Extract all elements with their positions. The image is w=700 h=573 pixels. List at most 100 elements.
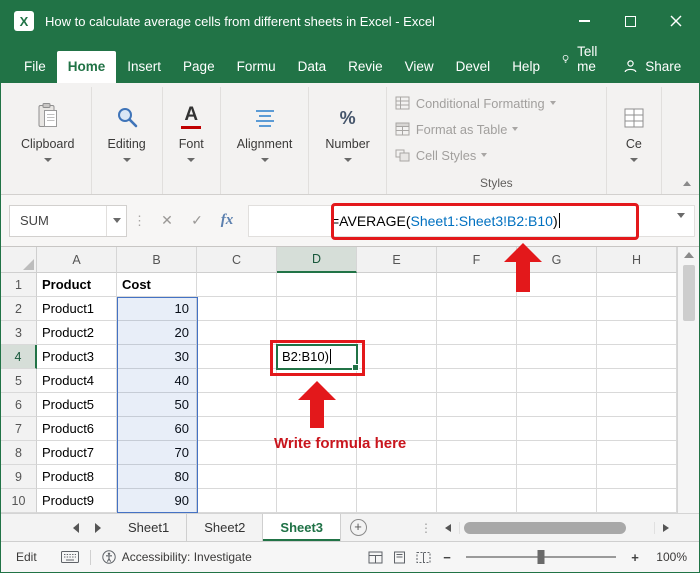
cell-H7[interactable] xyxy=(597,417,677,441)
cell-G1[interactable] xyxy=(517,273,597,297)
cell-D4-editing[interactable]: B2:B10) xyxy=(276,344,359,371)
share-button[interactable]: Share xyxy=(613,51,691,83)
col-header-H[interactable]: H xyxy=(597,247,677,273)
formula-input[interactable]: =AVERAGE(Sheet1:Sheet3!B2:B10) xyxy=(248,204,695,237)
cell-G10[interactable] xyxy=(517,489,597,513)
ribbon-group-number[interactable]: % Number xyxy=(309,87,387,194)
cell-A3[interactable]: Product2 xyxy=(37,321,117,345)
ribbon-group-font[interactable]: A Font xyxy=(163,87,221,194)
col-header-E[interactable]: E xyxy=(357,247,437,273)
page-break-view-icon[interactable] xyxy=(416,551,431,564)
sheet-tab-sheet2[interactable]: Sheet2 xyxy=(187,514,264,541)
scroll-left-button[interactable] xyxy=(437,514,459,541)
menu-tab-review[interactable]: Revie xyxy=(337,51,394,83)
cell-B4[interactable]: 30 xyxy=(117,345,197,369)
cell-H5[interactable] xyxy=(597,369,677,393)
accessibility-checker[interactable]: Accessibility: Investigate xyxy=(101,550,252,564)
sheet-tab-sheet1[interactable]: Sheet1 xyxy=(111,514,188,541)
cell-C2[interactable] xyxy=(197,297,277,321)
format-as-table-button[interactable]: Format as Table xyxy=(395,116,598,142)
new-sheet-button[interactable]: + xyxy=(341,514,375,541)
row-header-4[interactable]: 4 xyxy=(1,345,37,369)
cell-A1[interactable]: Product xyxy=(37,273,117,297)
keyboard-icon[interactable] xyxy=(60,551,79,563)
menu-tab-formulas[interactable]: Formu xyxy=(226,51,287,83)
menu-tab-view[interactable]: View xyxy=(394,51,445,83)
tell-me-button[interactable]: Tell me xyxy=(551,36,613,83)
splitter-dots-icon[interactable]: ⋮ xyxy=(415,521,437,535)
col-header-D[interactable]: D xyxy=(277,247,357,273)
row-header-9[interactable]: 9 xyxy=(1,465,37,489)
cell-F10[interactable] xyxy=(437,489,517,513)
row-header-3[interactable]: 3 xyxy=(1,321,37,345)
cell-F9[interactable] xyxy=(437,465,517,489)
row-header-8[interactable]: 8 xyxy=(1,441,37,465)
expand-formula-bar-button[interactable] xyxy=(677,212,685,234)
row-header-10[interactable]: 10 xyxy=(1,489,37,513)
cell-D2[interactable] xyxy=(277,297,357,321)
zoom-slider[interactable] xyxy=(466,550,616,564)
cell-G6[interactable] xyxy=(517,393,597,417)
cell-B5[interactable]: 40 xyxy=(117,369,197,393)
row-header-1[interactable]: 1 xyxy=(1,273,37,297)
cell-F5[interactable] xyxy=(437,369,517,393)
cell-B2[interactable]: 10 xyxy=(117,297,197,321)
cell-D3[interactable] xyxy=(277,321,357,345)
minimize-button[interactable] xyxy=(561,1,607,41)
row-header-6[interactable]: 6 xyxy=(1,393,37,417)
cell-B1[interactable]: Cost xyxy=(117,273,197,297)
cell-C6[interactable] xyxy=(197,393,277,417)
cell-C9[interactable] xyxy=(197,465,277,489)
cell-A2[interactable]: Product1 xyxy=(37,297,117,321)
row-header-7[interactable]: 7 xyxy=(1,417,37,441)
cell-A4[interactable]: Product3 xyxy=(37,345,117,369)
menu-tab-home[interactable]: Home xyxy=(56,51,117,83)
conditional-formatting-button[interactable]: Conditional Formatting xyxy=(395,90,598,116)
cell-C10[interactable] xyxy=(197,489,277,513)
cell-A9[interactable]: Product8 xyxy=(37,465,117,489)
vertical-scrollbar[interactable] xyxy=(677,247,699,513)
cell-G9[interactable] xyxy=(517,465,597,489)
col-header-B[interactable]: B xyxy=(117,247,197,273)
ribbon-group-editing[interactable]: Editing xyxy=(92,87,163,194)
vertical-scroll-thumb[interactable] xyxy=(682,265,695,321)
cell-G3[interactable] xyxy=(517,321,597,345)
row-header-5[interactable]: 5 xyxy=(1,369,37,393)
cancel-button[interactable]: ✕ xyxy=(152,212,182,229)
cell-D6[interactable] xyxy=(277,393,357,417)
menu-tab-data[interactable]: Data xyxy=(287,51,338,83)
cell-C8[interactable] xyxy=(197,441,277,465)
menu-tab-help[interactable]: Help xyxy=(501,51,551,83)
horizontal-scroll-track[interactable] xyxy=(459,521,655,534)
cell-F4[interactable] xyxy=(437,345,517,369)
zoom-percentage[interactable]: 100% xyxy=(651,550,687,564)
cell-A5[interactable]: Product4 xyxy=(37,369,117,393)
cell-F3[interactable] xyxy=(437,321,517,345)
scroll-up-icon[interactable] xyxy=(683,252,694,258)
cell-F6[interactable] xyxy=(437,393,517,417)
sheet-tab-sheet3[interactable]: Sheet3 xyxy=(263,514,342,541)
cell-A10[interactable]: Product9 xyxy=(37,489,117,513)
cell-styles-button[interactable]: Cell Styles xyxy=(395,142,598,168)
cell-B9[interactable]: 80 xyxy=(117,465,197,489)
menu-tab-insert[interactable]: Insert xyxy=(116,51,172,83)
ribbon-group-cells[interactable]: Ce xyxy=(607,87,662,194)
menu-tab-developer[interactable]: Devel xyxy=(445,51,502,83)
collapse-ribbon-icon[interactable] xyxy=(683,181,691,186)
horizontal-scroll-thumb[interactable] xyxy=(464,521,626,534)
cell-C7[interactable] xyxy=(197,417,277,441)
cell-C1[interactable] xyxy=(197,273,277,297)
previous-sheet-icon[interactable] xyxy=(73,522,79,533)
ribbon-group-alignment[interactable]: Alignment xyxy=(221,87,310,194)
cell-H3[interactable] xyxy=(597,321,677,345)
cell-H9[interactable] xyxy=(597,465,677,489)
name-box[interactable]: SUM xyxy=(9,204,127,237)
maximize-button[interactable] xyxy=(607,1,653,41)
menu-tab-file[interactable]: File xyxy=(13,51,57,83)
row-header-2[interactable]: 2 xyxy=(1,297,37,321)
cell-A8[interactable]: Product7 xyxy=(37,441,117,465)
cell-D1[interactable] xyxy=(277,273,357,297)
cell-F7[interactable] xyxy=(437,417,517,441)
cell-A6[interactable]: Product5 xyxy=(37,393,117,417)
cell-H6[interactable] xyxy=(597,393,677,417)
